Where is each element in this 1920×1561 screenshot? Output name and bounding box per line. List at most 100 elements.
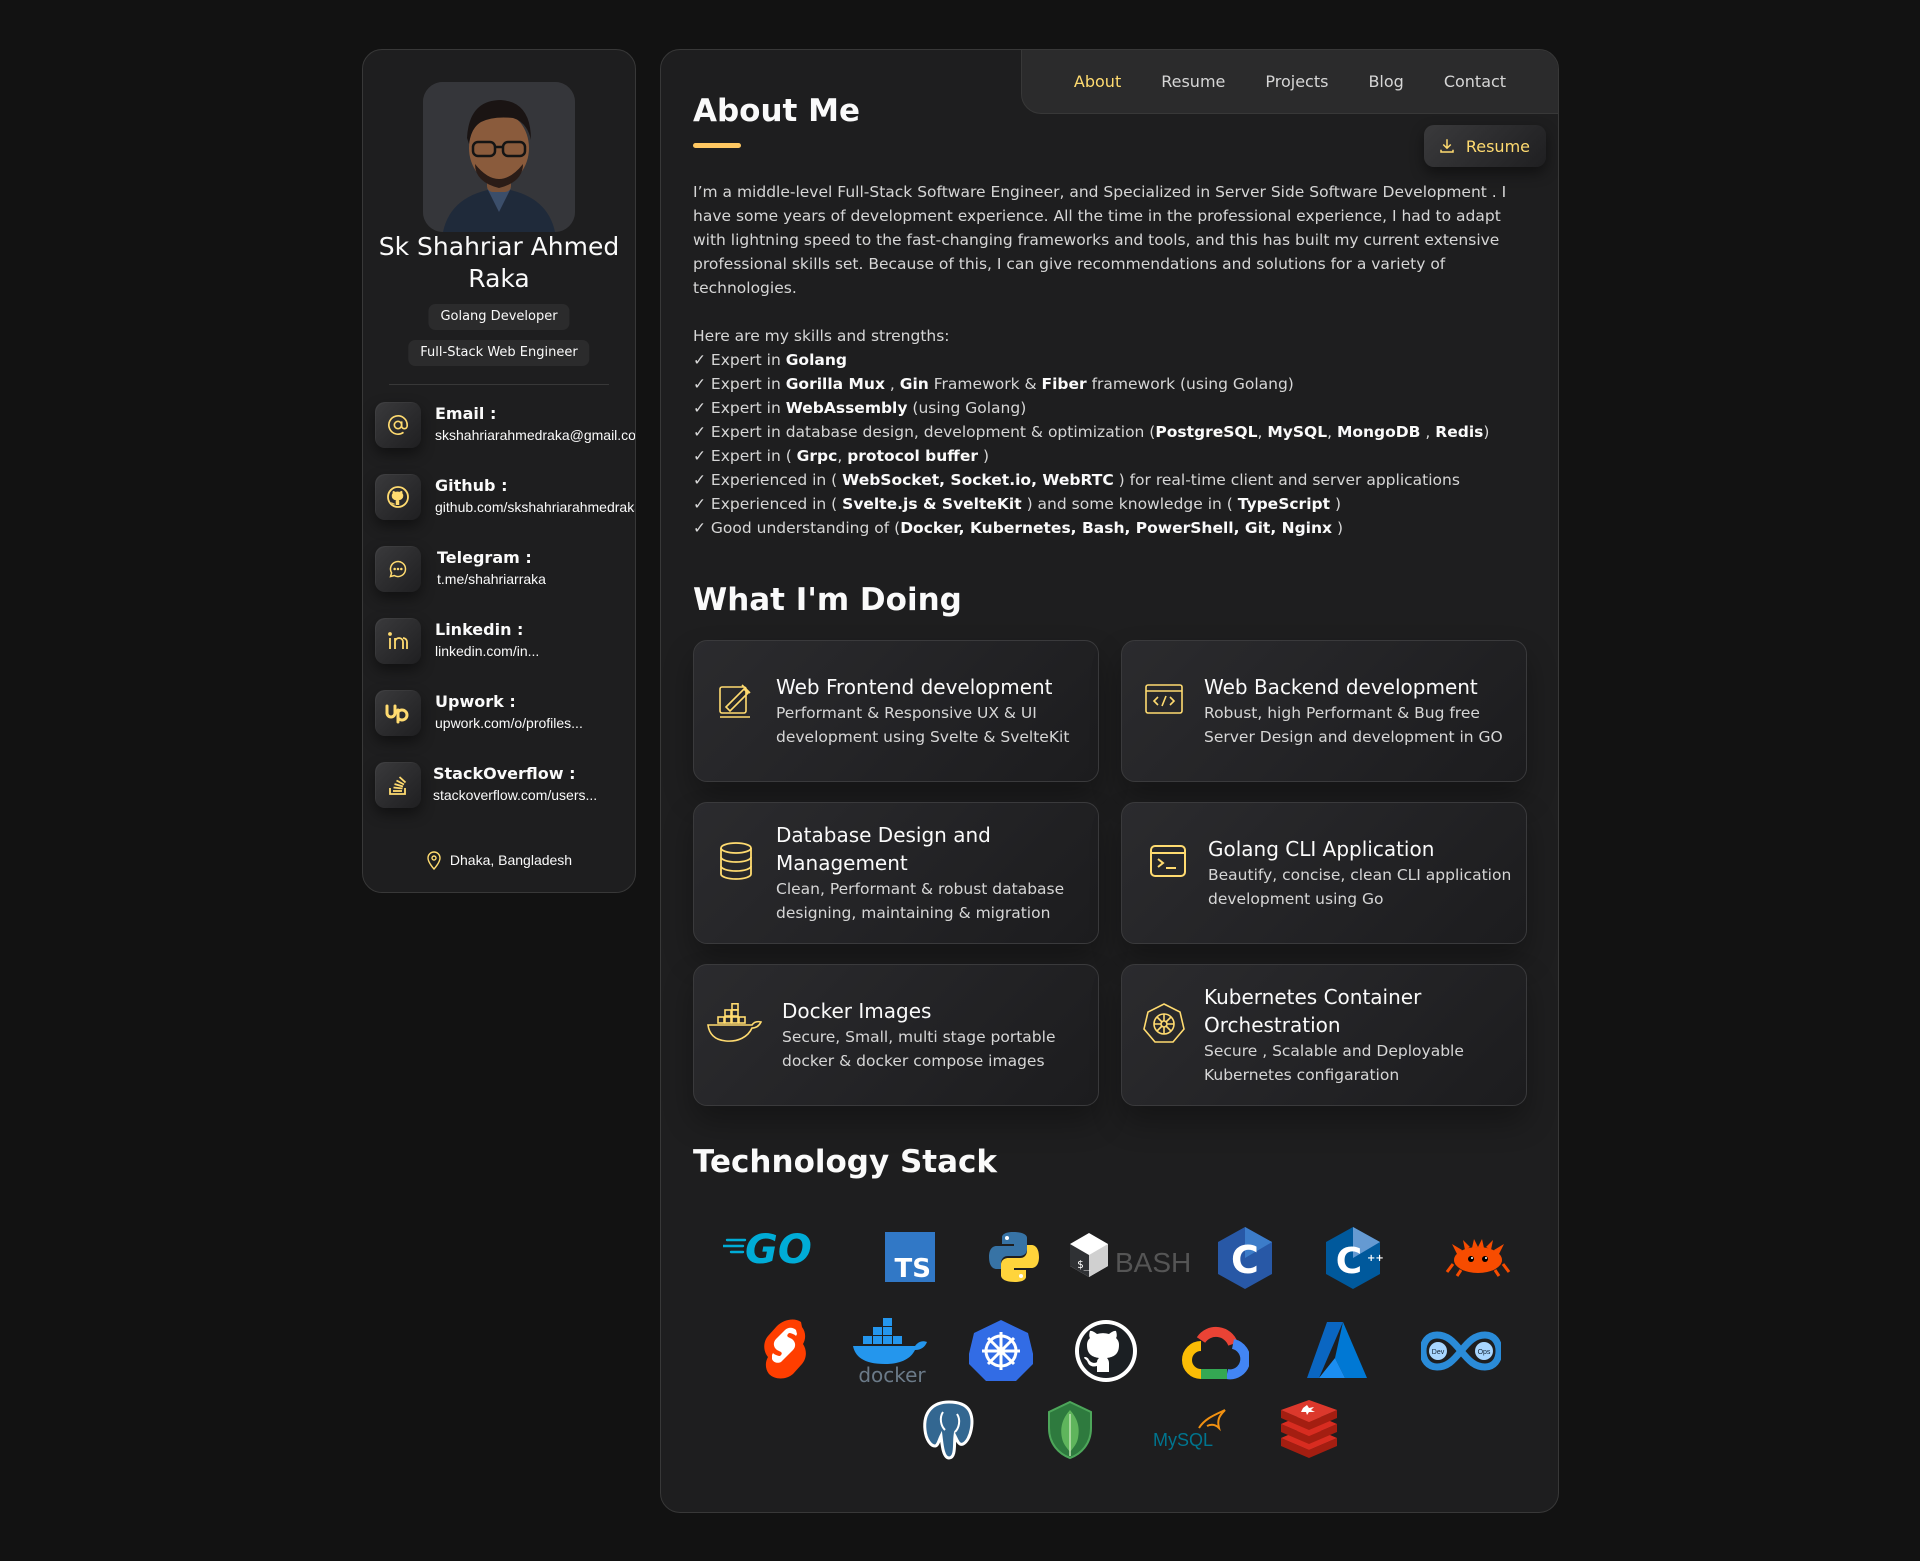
service-title: Kubernetes Container Orchestration	[1204, 985, 1422, 1037]
contact-telegram[interactable]: Telegram : t.me/shahriarraka	[375, 542, 635, 598]
mongodb-logo	[1045, 1400, 1095, 1460]
service-card: Database Design and Management Clean, Pe…	[693, 802, 1099, 944]
contact-github[interactable]: Github : github.com/skshahriarahmedraka	[375, 470, 635, 526]
divider	[389, 384, 609, 385]
profile-name: Sk Shahriar Ahmed Raka	[378, 232, 620, 293]
bash-logo: $_ BASH	[1067, 1230, 1191, 1288]
tech-heading: Technology Stack	[693, 1144, 998, 1180]
redis-logo	[1279, 1400, 1339, 1458]
contact-label: Upwork :	[435, 692, 516, 711]
contact-label: Linkedin :	[435, 620, 524, 639]
github-logo	[1073, 1318, 1139, 1384]
main-content: About Resume Projects Blog Contact Resum…	[660, 49, 1559, 1513]
devops-logo: Dev Ops	[1421, 1330, 1501, 1372]
service-title: Database Design and Management	[776, 823, 991, 875]
nav-resume[interactable]: Resume	[1161, 72, 1225, 91]
rust-logo	[1445, 1234, 1511, 1278]
skills-list: ✓ Expert in Golang ✓ Expert in Gorilla Mu…	[693, 348, 1513, 540]
location-text: Dhaka, Bangladesh	[449, 852, 573, 868]
contact-value[interactable]: linkedin.com/in...	[435, 643, 539, 659]
mysql-logo: MySQL	[1149, 1406, 1229, 1452]
service-title: Golang CLI Application	[1208, 837, 1435, 861]
at-icon	[375, 402, 421, 448]
contact-label: Email :	[435, 404, 497, 423]
service-card: Kubernetes Container Orchestration Secur…	[1121, 964, 1527, 1106]
nav-about[interactable]: About	[1074, 72, 1121, 91]
contact-label: StackOverflow :	[433, 764, 576, 783]
heading-underline	[693, 143, 741, 148]
contact-value[interactable]: stackoverflow.com/users...	[433, 787, 597, 803]
docker-icon	[706, 1001, 764, 1045]
google-cloud-logo	[1179, 1322, 1249, 1380]
location: Dhaka, Bangladesh	[363, 850, 635, 870]
kubernetes-logo	[969, 1318, 1033, 1382]
design-icon	[714, 677, 758, 721]
nav-blog[interactable]: Blog	[1368, 72, 1403, 91]
telegram-icon	[375, 546, 421, 592]
skill-item: ✓ Expert in Gorilla Mux , Gin Framework …	[693, 375, 1294, 393]
skill-item: ✓ Good understanding of (Docker, Kuberne…	[693, 519, 1343, 537]
service-title: Web Backend development	[1204, 675, 1478, 699]
title-badge: Golang Developer	[428, 304, 570, 330]
typescript-logo: TS	[885, 1232, 935, 1282]
nav-contact[interactable]: Contact	[1444, 72, 1506, 91]
service-title: Docker Images	[782, 999, 932, 1023]
service-desc: Performant & Responsive UX & UI developm…	[776, 704, 1070, 746]
service-card: Docker Images Secure, Small, multi stage…	[693, 964, 1099, 1106]
doing-heading: What I'm Doing	[693, 582, 962, 618]
skill-item: ✓ Expert in WebAssembly (using Golang)	[693, 399, 1027, 417]
service-desc: Secure, Small, multi stage portable dock…	[782, 1028, 1056, 1070]
skill-item: ✓ Expert in ( Grpc, protocol buffer )	[693, 447, 990, 465]
contact-upwork[interactable]: Upwork : upwork.com/o/profiles...	[375, 686, 635, 742]
svg-text:Dev: Dev	[1432, 1349, 1445, 1356]
contact-linkedin[interactable]: Linkedin : linkedin.com/in...	[375, 614, 635, 670]
skill-item: ✓ Expert in database design, development…	[693, 423, 1490, 441]
contact-value[interactable]: github.com/skshahriarahmedraka	[435, 499, 635, 515]
about-intro: I’m a middle-level Full-Stack Software E…	[693, 183, 1507, 297]
navbar: About Resume Projects Blog Contact	[1021, 50, 1558, 114]
avatar-portrait	[423, 82, 575, 232]
go-logo-text: GO	[745, 1227, 812, 1270]
docker-logo-text: docker	[858, 1363, 926, 1386]
c-logo-text: C	[1231, 1238, 1259, 1282]
contact-label: Telegram :	[437, 548, 532, 567]
service-card: Web Frontend development Performant & Re…	[693, 640, 1099, 782]
svg-text:++: ++	[1367, 1253, 1383, 1264]
nav-projects[interactable]: Projects	[1265, 72, 1328, 91]
cpp-logo-text: C	[1336, 1241, 1362, 1282]
azure-logo	[1305, 1318, 1369, 1382]
contact-stackoverflow[interactable]: StackOverflow : stackoverflow.com/users.…	[375, 758, 635, 814]
skill-item: ✓ Expert in Golang	[693, 351, 847, 369]
code-window-icon	[1142, 677, 1186, 721]
linkedin-icon	[375, 618, 421, 664]
cpp-logo: C ++	[1323, 1225, 1383, 1291]
service-desc: Clean, Performant & robust database desi…	[776, 880, 1065, 922]
upwork-icon	[375, 690, 421, 736]
bash-logo-text: BASH	[1115, 1247, 1191, 1278]
typescript-logo-text: TS	[895, 1254, 931, 1282]
skills-heading: Here are my skills and strengths:	[693, 327, 950, 345]
resume-download-button[interactable]: Resume	[1423, 125, 1546, 167]
helm-icon	[1142, 1001, 1186, 1045]
service-title: Web Frontend development	[776, 675, 1053, 699]
contact-email[interactable]: Email : skshahriarahmedraka@gmail.com	[375, 398, 635, 454]
contact-value[interactable]: t.me/shahriarraka	[437, 571, 546, 587]
service-card: Web Backend development Robust, high Per…	[1121, 640, 1527, 782]
service-desc: Robust, high Performant & Bug free Serve…	[1204, 704, 1503, 746]
skill-item: ✓ Experienced in ( WebSocket, Socket.io,…	[693, 471, 1460, 489]
docker-logo: docker	[849, 1316, 935, 1386]
svg-text:Ops: Ops	[1478, 1349, 1491, 1356]
svelte-logo	[761, 1318, 815, 1380]
terminal-icon	[1146, 839, 1190, 883]
python-logo	[987, 1230, 1041, 1284]
profile-sidebar: Sk Shahriar Ahmed Raka Golang Developer …	[362, 49, 636, 893]
contact-value[interactable]: skshahriarahmedraka@gmail.com	[435, 427, 635, 443]
mysql-logo-text: MySQL	[1153, 1430, 1213, 1450]
skill-item: ✓ Experienced in ( Svelte.js & SvelteKit…	[693, 495, 1341, 513]
service-desc: Secure , Scalable and Deployable Kuberne…	[1204, 1042, 1464, 1084]
avatar	[423, 82, 575, 232]
svg-text:$_: $_	[1077, 1258, 1091, 1271]
resume-button-label: Resume	[1465, 136, 1530, 156]
contact-value[interactable]: upwork.com/o/profiles...	[435, 715, 583, 731]
go-logo: GO	[723, 1218, 827, 1278]
